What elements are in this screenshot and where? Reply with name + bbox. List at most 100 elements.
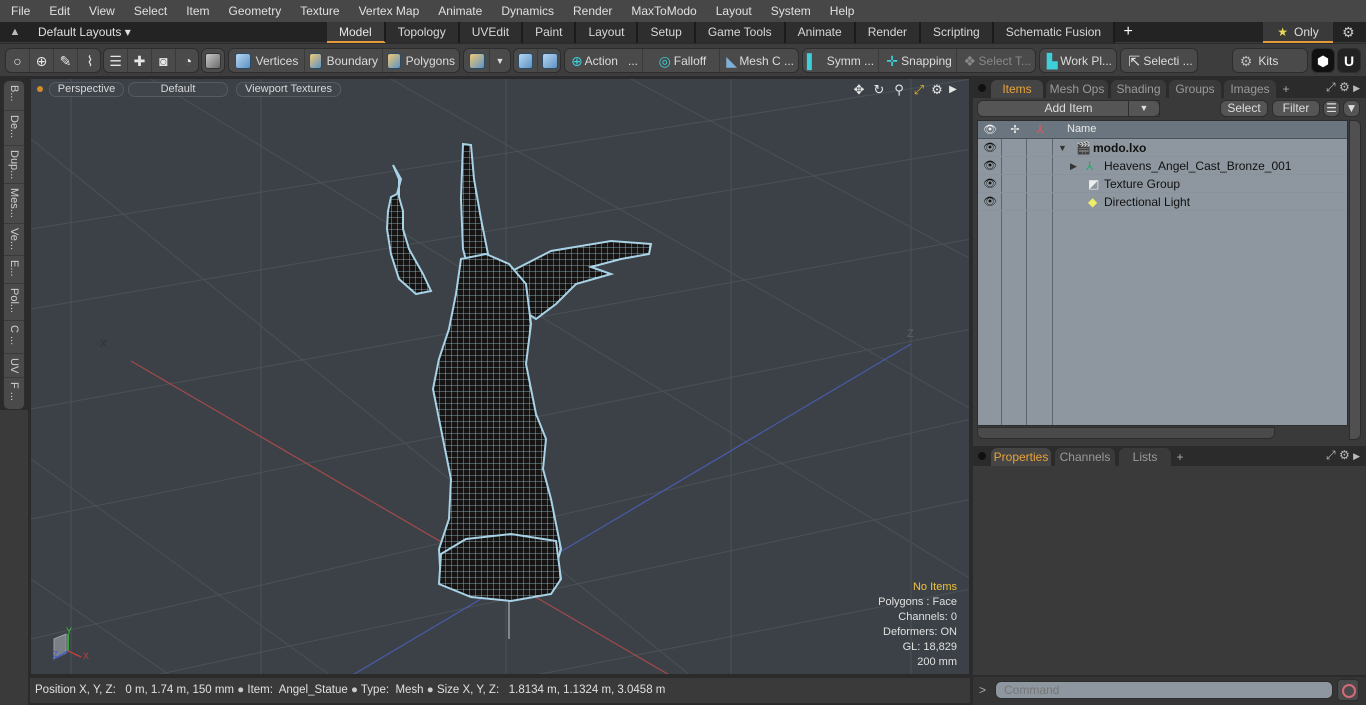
polygons-button[interactable]: Polygons bbox=[383, 49, 459, 72]
arrow-right-icon[interactable]: ▶ bbox=[1353, 451, 1360, 461]
menu-dynamics[interactable]: Dynamics bbox=[490, 0, 562, 22]
pivot-button[interactable] bbox=[538, 49, 562, 72]
horizontal-scrollbar[interactable] bbox=[977, 427, 1275, 439]
menu-view[interactable]: View bbox=[78, 0, 123, 22]
tab-channels[interactable]: Channels bbox=[1055, 448, 1115, 466]
panel-options-dot[interactable] bbox=[978, 452, 986, 460]
tab-schematic-fusion[interactable]: Schematic Fusion bbox=[993, 22, 1116, 43]
eject-icon[interactable]: ▲ bbox=[8, 25, 22, 39]
tab-setup[interactable]: Setup bbox=[638, 22, 696, 43]
tab-uvedit[interactable]: UVEdit bbox=[459, 22, 524, 43]
mesh-constraint-button[interactable]: ◣ Mesh C ... bbox=[720, 49, 798, 72]
left-tab-duplicate[interactable]: Dup... bbox=[4, 146, 24, 184]
menu-texture[interactable]: Texture bbox=[289, 0, 347, 22]
panel-options-dot[interactable] bbox=[978, 84, 986, 92]
zoom-icon[interactable]: ⚲ bbox=[891, 82, 907, 98]
tab-render[interactable]: Render bbox=[855, 22, 922, 43]
select-button[interactable]: Select bbox=[1220, 100, 1268, 117]
menu-maxtomodo[interactable]: MaxToModo bbox=[620, 0, 704, 22]
menu-animate[interactable]: Animate bbox=[427, 0, 490, 22]
add-panel-tab-button[interactable]: + bbox=[1279, 80, 1293, 98]
menu-layout[interactable]: Layout bbox=[705, 0, 760, 22]
rotate-button[interactable]: ◔ bbox=[176, 49, 200, 72]
only-button[interactable]: ★ Only bbox=[1263, 22, 1333, 43]
arrow-right-icon[interactable]: ▶ bbox=[1353, 83, 1360, 93]
maximize-icon[interactable]: ⤢ bbox=[911, 82, 927, 98]
left-tab-deform[interactable]: De... bbox=[4, 111, 24, 146]
action-center-button[interactable] bbox=[514, 49, 538, 72]
move-button[interactable]: ✚ bbox=[128, 49, 152, 72]
tab-scripting[interactable]: Scripting bbox=[921, 22, 994, 43]
menu-item[interactable]: Item bbox=[175, 0, 217, 22]
boundary-button[interactable]: Boundary bbox=[305, 49, 383, 72]
eye-icon[interactable]: 👁 bbox=[983, 123, 997, 137]
left-tab-vertex[interactable]: Ve... bbox=[4, 224, 24, 256]
tab-model[interactable]: Model bbox=[327, 22, 386, 43]
viewport-textures-button[interactable]: Viewport Textures bbox=[236, 82, 341, 97]
circle-select-button[interactable]: ○ bbox=[6, 49, 30, 72]
tab-items[interactable]: Items bbox=[991, 80, 1043, 98]
visibility-eye-icon[interactable]: 👁 bbox=[983, 159, 997, 173]
work-plane-button[interactable]: ▙ Work Pl... bbox=[1039, 48, 1117, 73]
falloff-button[interactable]: ◎ Falloff bbox=[643, 49, 720, 72]
left-tab-fusion[interactable]: F ... bbox=[4, 378, 24, 409]
material-dropdown[interactable]: ▼ bbox=[490, 49, 510, 72]
tab-groups[interactable]: Groups bbox=[1169, 80, 1221, 98]
bridge-button[interactable]: ⌇ bbox=[78, 49, 102, 72]
gear-icon[interactable]: ⚙ bbox=[1339, 448, 1350, 462]
item-mode-button[interactable] bbox=[201, 48, 225, 73]
move-lock-icon[interactable]: ✢ bbox=[1008, 123, 1022, 137]
arrow-right-icon[interactable]: ▶ bbox=[945, 82, 961, 98]
visibility-eye-icon[interactable]: 👁 bbox=[983, 177, 997, 191]
axis-icon[interactable]: ⅄ bbox=[1033, 123, 1047, 137]
list-options-button[interactable]: ☰ bbox=[1323, 100, 1340, 117]
left-tab-basic[interactable]: B... bbox=[4, 81, 24, 111]
tab-animate[interactable]: Animate bbox=[785, 22, 856, 43]
tab-mesh-ops[interactable]: Mesh Ops bbox=[1046, 80, 1108, 98]
unreal-kit-button[interactable]: U bbox=[1337, 48, 1361, 73]
item-row[interactable]: 👁 ▼ 🎬 modo.lxo bbox=[978, 139, 1347, 157]
select-through-button[interactable]: ❖ Select T... bbox=[957, 49, 1035, 72]
symmetry-button[interactable]: ▌ Symm ... bbox=[803, 49, 879, 72]
visibility-eye-icon[interactable]: 👁 bbox=[983, 141, 997, 155]
menu-edit[interactable]: Edit bbox=[38, 0, 78, 22]
kits-button[interactable]: ⚙ Kits bbox=[1232, 48, 1308, 73]
tab-lists[interactable]: Lists bbox=[1119, 448, 1171, 466]
vertical-scrollbar[interactable] bbox=[1349, 120, 1361, 440]
item-row[interactable]: 👁 ▶ ⅄ Heavens_Angel_Cast_Bronze_001 bbox=[978, 157, 1347, 175]
tab-layout[interactable]: Layout bbox=[576, 22, 639, 43]
align-button[interactable]: ☰ bbox=[104, 49, 128, 72]
tab-paint[interactable]: Paint bbox=[523, 22, 577, 43]
menu-file[interactable]: File bbox=[0, 0, 38, 22]
record-macro-button[interactable] bbox=[1337, 679, 1359, 701]
add-panel-tab-button[interactable]: + bbox=[1173, 448, 1187, 466]
menu-geometry[interactable]: Geometry bbox=[218, 0, 290, 22]
viewport-options-dot[interactable] bbox=[37, 86, 43, 92]
menu-help[interactable]: Help bbox=[819, 0, 863, 22]
3d-viewport[interactable]: -X Z Y X Z Perspective Default Viewport … bbox=[30, 78, 970, 675]
left-tab-edge[interactable]: E... bbox=[4, 256, 24, 284]
selection-sets-button[interactable]: ⇱ Selecti ... bbox=[1120, 48, 1198, 73]
gear-icon[interactable]: ⚙ bbox=[1342, 24, 1358, 40]
menu-system[interactable]: System bbox=[760, 0, 819, 22]
add-tab-button[interactable]: + bbox=[1115, 22, 1141, 43]
collapse-arrow-icon[interactable]: ▼ bbox=[1058, 139, 1067, 157]
tab-shading[interactable]: Shading bbox=[1111, 80, 1166, 98]
gear-icon[interactable]: ⚙ bbox=[929, 82, 945, 98]
item-row[interactable]: 👁 ◆ Directional Light bbox=[978, 193, 1347, 211]
tab-images[interactable]: Images bbox=[1224, 80, 1276, 98]
item-row[interactable]: 👁 ◩ Texture Group bbox=[978, 175, 1347, 193]
material-button[interactable] bbox=[464, 49, 490, 72]
angel-statue-mesh[interactable] bbox=[385, 142, 653, 603]
sphere-button[interactable]: ⊕ bbox=[30, 49, 54, 72]
layouts-dropdown[interactable]: Default Layouts ▾ bbox=[38, 22, 131, 43]
menu-select[interactable]: Select bbox=[123, 0, 175, 22]
left-tab-mesh[interactable]: Mes... bbox=[4, 184, 24, 224]
pan-icon[interactable]: ✥ bbox=[851, 82, 867, 98]
action-button[interactable]: ⊕ Action ... bbox=[565, 49, 643, 72]
menu-vertex-map[interactable]: Vertex Map bbox=[348, 0, 428, 22]
name-column-header[interactable]: Name bbox=[1067, 123, 1096, 135]
filter-button[interactable]: Filter bbox=[1272, 100, 1320, 117]
filter-funnel-button[interactable]: ▼ bbox=[1343, 100, 1360, 117]
expand-icon[interactable]: ⤢ bbox=[1326, 80, 1336, 94]
